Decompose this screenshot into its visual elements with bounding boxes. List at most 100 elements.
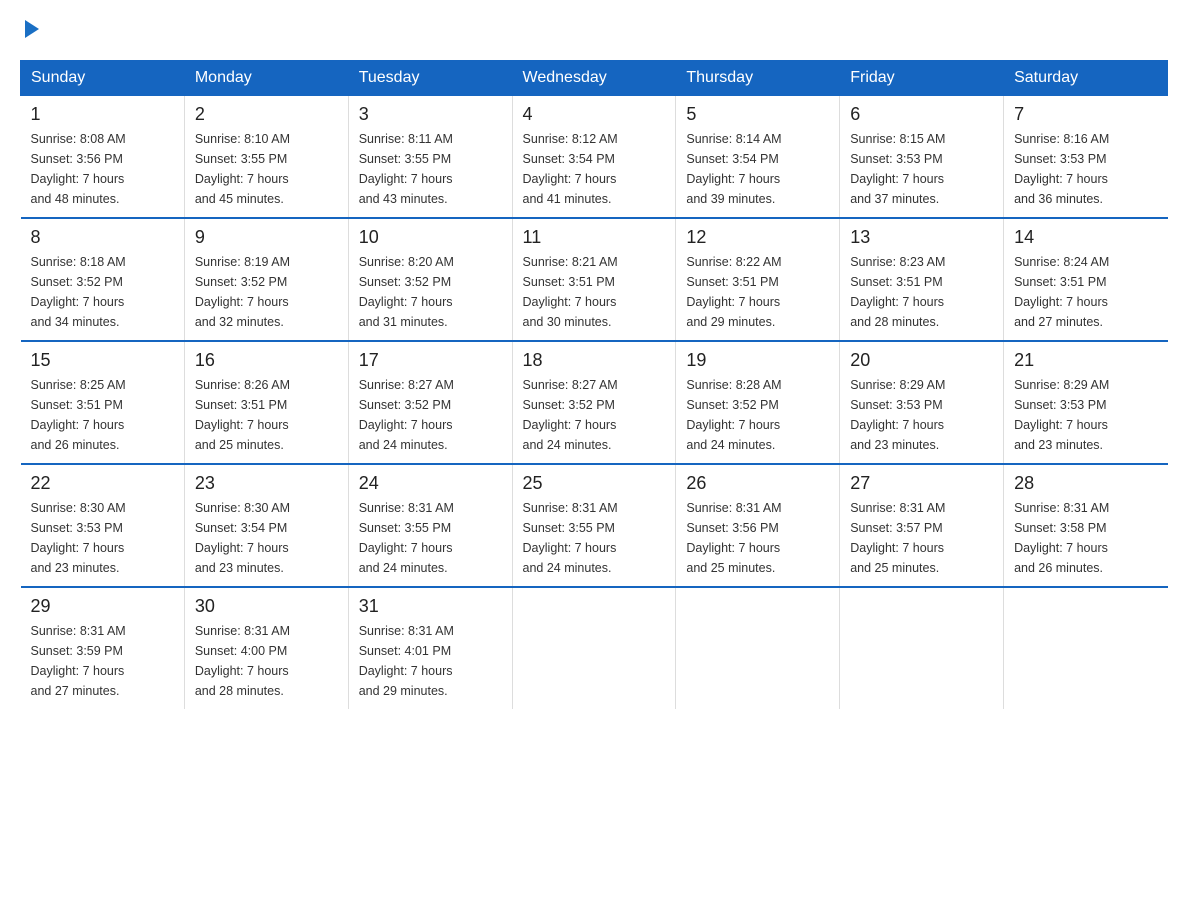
calendar-cell: 4 Sunrise: 8:12 AM Sunset: 3:54 PM Daylig… (512, 96, 676, 219)
day-info: Sunrise: 8:24 AM Sunset: 3:51 PM Dayligh… (1014, 252, 1157, 332)
header-friday: Friday (840, 61, 1004, 96)
day-info: Sunrise: 8:28 AM Sunset: 3:52 PM Dayligh… (686, 375, 829, 455)
day-number: 7 (1014, 104, 1157, 125)
calendar-cell: 17 Sunrise: 8:27 AM Sunset: 3:52 PM Dayli… (348, 341, 512, 464)
page-header (20, 20, 1168, 40)
calendar-cell: 27 Sunrise: 8:31 AM Sunset: 3:57 PM Dayli… (840, 464, 1004, 587)
calendar-header-row: SundayMondayTuesdayWednesdayThursdayFrid… (21, 61, 1168, 96)
week-row-5: 29 Sunrise: 8:31 AM Sunset: 3:59 PM Dayli… (21, 587, 1168, 709)
calendar-cell: 3 Sunrise: 8:11 AM Sunset: 3:55 PM Daylig… (348, 96, 512, 219)
day-number: 25 (523, 473, 666, 494)
week-row-3: 15 Sunrise: 8:25 AM Sunset: 3:51 PM Dayli… (21, 341, 1168, 464)
calendar-cell: 21Sunrise: 8:29 AM Sunset: 3:53 PM Dayli… (1004, 341, 1168, 464)
logo-blue (20, 20, 39, 40)
header-monday: Monday (184, 61, 348, 96)
header-wednesday: Wednesday (512, 61, 676, 96)
calendar-cell: 19 Sunrise: 8:28 AM Sunset: 3:52 PM Dayli… (676, 341, 840, 464)
day-number: 5 (686, 104, 829, 125)
calendar-cell (512, 587, 676, 709)
day-info: Sunrise: 8:29 AM Sunset: 3:53 PM Dayligh… (850, 375, 993, 455)
day-number: 8 (31, 227, 174, 248)
day-info: Sunrise: 8:31 AM Sunset: 3:57 PM Dayligh… (850, 498, 993, 578)
calendar-cell: 22 Sunrise: 8:30 AM Sunset: 3:53 PM Dayli… (21, 464, 185, 587)
day-number: 4 (523, 104, 666, 125)
day-info: Sunrise: 8:22 AM Sunset: 3:51 PM Dayligh… (686, 252, 829, 332)
day-info: Sunrise: 8:23 AM Sunset: 3:51 PM Dayligh… (850, 252, 993, 332)
day-info: Sunrise: 8:14 AM Sunset: 3:54 PM Dayligh… (686, 129, 829, 209)
calendar-cell: 2 Sunrise: 8:10 AM Sunset: 3:55 PM Daylig… (184, 96, 348, 219)
day-number: 23 (195, 473, 338, 494)
calendar-cell: 29 Sunrise: 8:31 AM Sunset: 3:59 PM Dayli… (21, 587, 185, 709)
day-number: 22 (31, 473, 174, 494)
day-number: 14 (1014, 227, 1157, 248)
day-number: 20 (850, 350, 993, 371)
header-thursday: Thursday (676, 61, 840, 96)
logo-chevron-icon (25, 20, 39, 38)
day-number: 19 (686, 350, 829, 371)
day-number: 17 (359, 350, 502, 371)
day-info: Sunrise: 8:30 AM Sunset: 3:54 PM Dayligh… (195, 498, 338, 578)
day-number: 9 (195, 227, 338, 248)
day-info: Sunrise: 8:08 AM Sunset: 3:56 PM Dayligh… (31, 129, 174, 209)
calendar-cell: 18 Sunrise: 8:27 AM Sunset: 3:52 PM Dayli… (512, 341, 676, 464)
day-info: Sunrise: 8:31 AM Sunset: 3:59 PM Dayligh… (31, 621, 174, 701)
day-info: Sunrise: 8:31 AM Sunset: 3:56 PM Dayligh… (686, 498, 829, 578)
day-number: 12 (686, 227, 829, 248)
day-info: Sunrise: 8:15 AM Sunset: 3:53 PM Dayligh… (850, 129, 993, 209)
day-info: Sunrise: 8:10 AM Sunset: 3:55 PM Dayligh… (195, 129, 338, 209)
day-info: Sunrise: 8:27 AM Sunset: 3:52 PM Dayligh… (359, 375, 502, 455)
day-info: Sunrise: 8:16 AM Sunset: 3:53 PM Dayligh… (1014, 129, 1157, 209)
day-number: 13 (850, 227, 993, 248)
calendar-cell: 16 Sunrise: 8:26 AM Sunset: 3:51 PM Dayli… (184, 341, 348, 464)
day-number: 21 (1014, 350, 1157, 371)
calendar-cell: 25 Sunrise: 8:31 AM Sunset: 3:55 PM Dayli… (512, 464, 676, 587)
calendar-cell: 9Sunrise: 8:19 AM Sunset: 3:52 PM Daylig… (184, 218, 348, 341)
day-info: Sunrise: 8:26 AM Sunset: 3:51 PM Dayligh… (195, 375, 338, 455)
calendar-cell: 24Sunrise: 8:31 AM Sunset: 3:55 PM Dayli… (348, 464, 512, 587)
day-number: 16 (195, 350, 338, 371)
calendar-cell: 26Sunrise: 8:31 AM Sunset: 3:56 PM Dayli… (676, 464, 840, 587)
calendar-cell: 8 Sunrise: 8:18 AM Sunset: 3:52 PM Daylig… (21, 218, 185, 341)
day-number: 30 (195, 596, 338, 617)
day-number: 6 (850, 104, 993, 125)
day-info: Sunrise: 8:25 AM Sunset: 3:51 PM Dayligh… (31, 375, 174, 455)
day-number: 18 (523, 350, 666, 371)
day-number: 2 (195, 104, 338, 125)
calendar-cell: 6 Sunrise: 8:15 AM Sunset: 3:53 PM Daylig… (840, 96, 1004, 219)
header-sunday: Sunday (21, 61, 185, 96)
day-info: Sunrise: 8:11 AM Sunset: 3:55 PM Dayligh… (359, 129, 502, 209)
day-number: 28 (1014, 473, 1157, 494)
calendar-cell (840, 587, 1004, 709)
calendar-cell: 5 Sunrise: 8:14 AM Sunset: 3:54 PM Daylig… (676, 96, 840, 219)
day-number: 3 (359, 104, 502, 125)
day-info: Sunrise: 8:12 AM Sunset: 3:54 PM Dayligh… (523, 129, 666, 209)
day-info: Sunrise: 8:31 AM Sunset: 4:01 PM Dayligh… (359, 621, 502, 701)
calendar-cell: 1 Sunrise: 8:08 AM Sunset: 3:56 PM Daylig… (21, 96, 185, 219)
day-number: 15 (31, 350, 174, 371)
header-saturday: Saturday (1004, 61, 1168, 96)
calendar-cell (676, 587, 840, 709)
calendar-cell: 13 Sunrise: 8:23 AM Sunset: 3:51 PM Dayli… (840, 218, 1004, 341)
week-row-4: 22 Sunrise: 8:30 AM Sunset: 3:53 PM Dayli… (21, 464, 1168, 587)
day-number: 27 (850, 473, 993, 494)
calendar-cell: 11Sunrise: 8:21 AM Sunset: 3:51 PM Dayli… (512, 218, 676, 341)
calendar-cell: 20 Sunrise: 8:29 AM Sunset: 3:53 PM Dayli… (840, 341, 1004, 464)
day-info: Sunrise: 8:18 AM Sunset: 3:52 PM Dayligh… (31, 252, 174, 332)
week-row-2: 8 Sunrise: 8:18 AM Sunset: 3:52 PM Daylig… (21, 218, 1168, 341)
day-info: Sunrise: 8:31 AM Sunset: 3:55 PM Dayligh… (523, 498, 666, 578)
day-info: Sunrise: 8:21 AM Sunset: 3:51 PM Dayligh… (523, 252, 666, 332)
calendar-cell: 15 Sunrise: 8:25 AM Sunset: 3:51 PM Dayli… (21, 341, 185, 464)
day-number: 29 (31, 596, 174, 617)
calendar-cell (1004, 587, 1168, 709)
day-number: 24 (359, 473, 502, 494)
day-number: 1 (31, 104, 174, 125)
day-info: Sunrise: 8:30 AM Sunset: 3:53 PM Dayligh… (31, 498, 174, 578)
day-info: Sunrise: 8:27 AM Sunset: 3:52 PM Dayligh… (523, 375, 666, 455)
day-info: Sunrise: 8:20 AM Sunset: 3:52 PM Dayligh… (359, 252, 502, 332)
calendar-cell: 23 Sunrise: 8:30 AM Sunset: 3:54 PM Dayli… (184, 464, 348, 587)
day-number: 31 (359, 596, 502, 617)
calendar-cell: 12 Sunrise: 8:22 AM Sunset: 3:51 PM Dayli… (676, 218, 840, 341)
day-info: Sunrise: 8:31 AM Sunset: 4:00 PM Dayligh… (195, 621, 338, 701)
day-number: 10 (359, 227, 502, 248)
calendar-cell: 7 Sunrise: 8:16 AM Sunset: 3:53 PM Daylig… (1004, 96, 1168, 219)
